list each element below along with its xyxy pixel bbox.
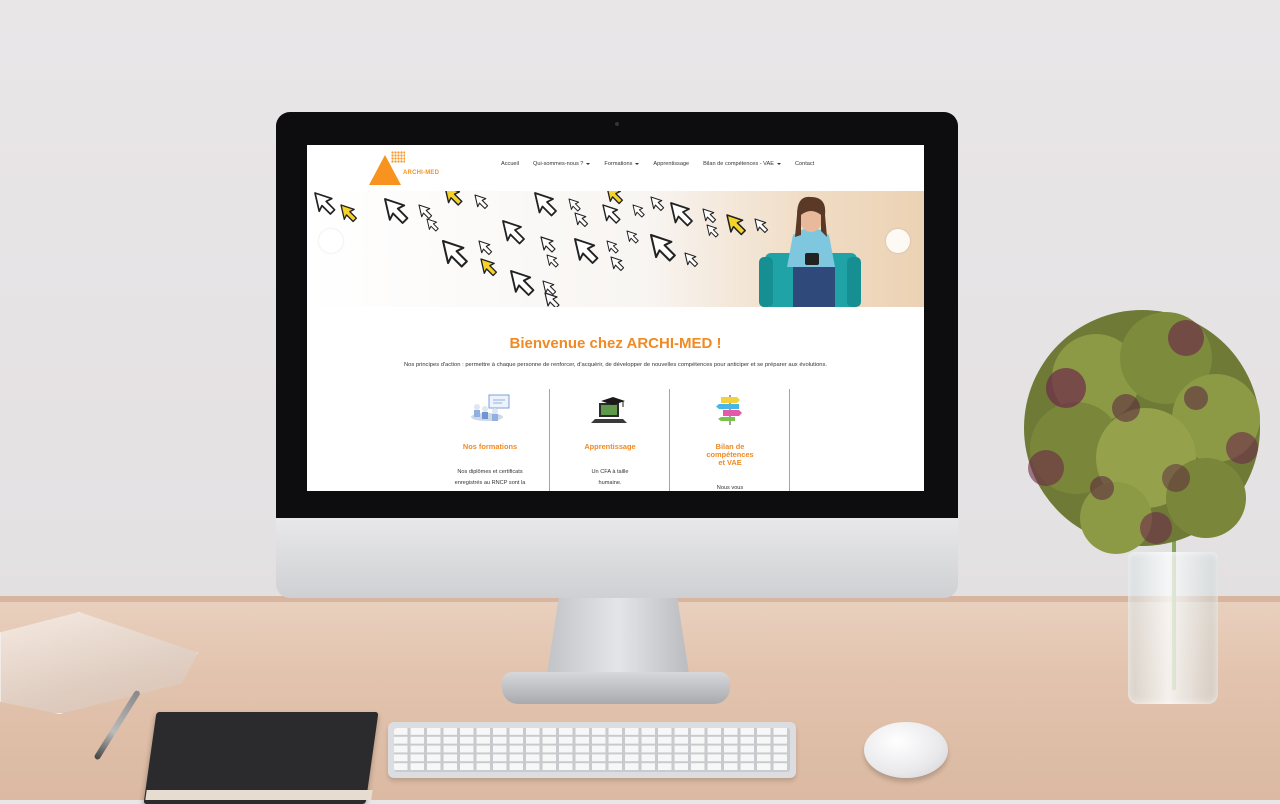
notebook-pages	[145, 790, 373, 800]
keyboard-keys	[394, 728, 790, 772]
nav-label: Accueil	[501, 161, 520, 167]
logo-text: ARCHI-MED	[403, 170, 440, 176]
chevron-down-icon	[586, 163, 591, 165]
site-logo[interactable]: ARCHI-MED	[369, 151, 439, 187]
nav-label: Qui-sommes-nous ?	[533, 161, 584, 167]
nav-item-apprentissage[interactable]: Apprentissage	[653, 161, 689, 167]
card-title-line: et VAE	[718, 458, 742, 467]
nav-item-accueil[interactable]: Accueil	[501, 161, 519, 167]
arrow-pattern	[314, 191, 769, 307]
camera	[615, 122, 619, 126]
monitor-stand-foot	[502, 672, 730, 704]
card-title: Nos formations	[462, 442, 518, 451]
monitor-chin	[276, 518, 958, 598]
card-text-line: Nous vous	[716, 485, 744, 491]
nav-item-bilan[interactable]: Bilan de compétences - VAE	[703, 161, 781, 167]
feature-cards: Nos formations Nos diplômes et certifica…	[431, 389, 791, 491]
card-title: Apprentissage	[584, 442, 636, 451]
nav-item-contact[interactable]: Contact	[795, 161, 814, 167]
principles-text: Nos principes d'action : permettre à cha…	[403, 362, 828, 368]
nav-label: Contact	[794, 161, 815, 167]
nav-label: Apprentissage	[653, 161, 690, 167]
main-nav: Accueil Qui-sommes-nous ? Formations App…	[501, 161, 828, 167]
nav-item-formations[interactable]: Formations	[604, 161, 640, 167]
glass-vase	[1128, 552, 1218, 704]
card-text-line: enregistrés au RNCP sont la	[454, 480, 526, 486]
card-bilan[interactable]: Bilan de compétences et VAE Nous vous	[671, 389, 790, 491]
nav-label: Formations	[604, 161, 633, 167]
presentation-icon	[471, 394, 510, 421]
slider-prev-button[interactable]	[319, 229, 343, 253]
hydrangea-flowers	[1024, 310, 1260, 554]
site-header: ARCHI-MED Accueil Qui-sommes-nous ? Form…	[307, 145, 924, 192]
hero-slider	[307, 191, 924, 307]
website-screen: ARCHI-MED Accueil Qui-sommes-nous ? Form…	[307, 145, 924, 491]
slider-next-button[interactable]	[886, 229, 910, 253]
nav-item-qui-sommes-nous[interactable]: Qui-sommes-nous ?	[533, 161, 591, 167]
nav-label: Bilan de compétences - VAE	[703, 161, 774, 167]
card-text-line: Un CFA à taille	[591, 469, 629, 475]
chevron-down-icon	[635, 163, 640, 165]
logo-dots-icon	[391, 151, 405, 163]
woman-illustration	[759, 196, 861, 307]
card-text-line: Nos diplômes et certificats	[457, 469, 523, 475]
chevron-down-icon	[776, 163, 781, 165]
mouse	[864, 722, 948, 778]
laptop-graduation-icon	[591, 397, 627, 423]
card-apprentissage[interactable]: Apprentissage Un CFA à taille humaine.	[551, 389, 670, 491]
signpost-icon	[716, 395, 742, 425]
card-formations[interactable]: Nos formations Nos diplômes et certifica…	[431, 389, 550, 491]
keyboard	[388, 722, 796, 778]
hero-image	[314, 191, 861, 307]
card-text-line: humaine.	[598, 480, 622, 486]
page-title: Bienvenue chez ARCHI-MED !	[509, 335, 722, 352]
monitor-stand	[546, 598, 690, 678]
